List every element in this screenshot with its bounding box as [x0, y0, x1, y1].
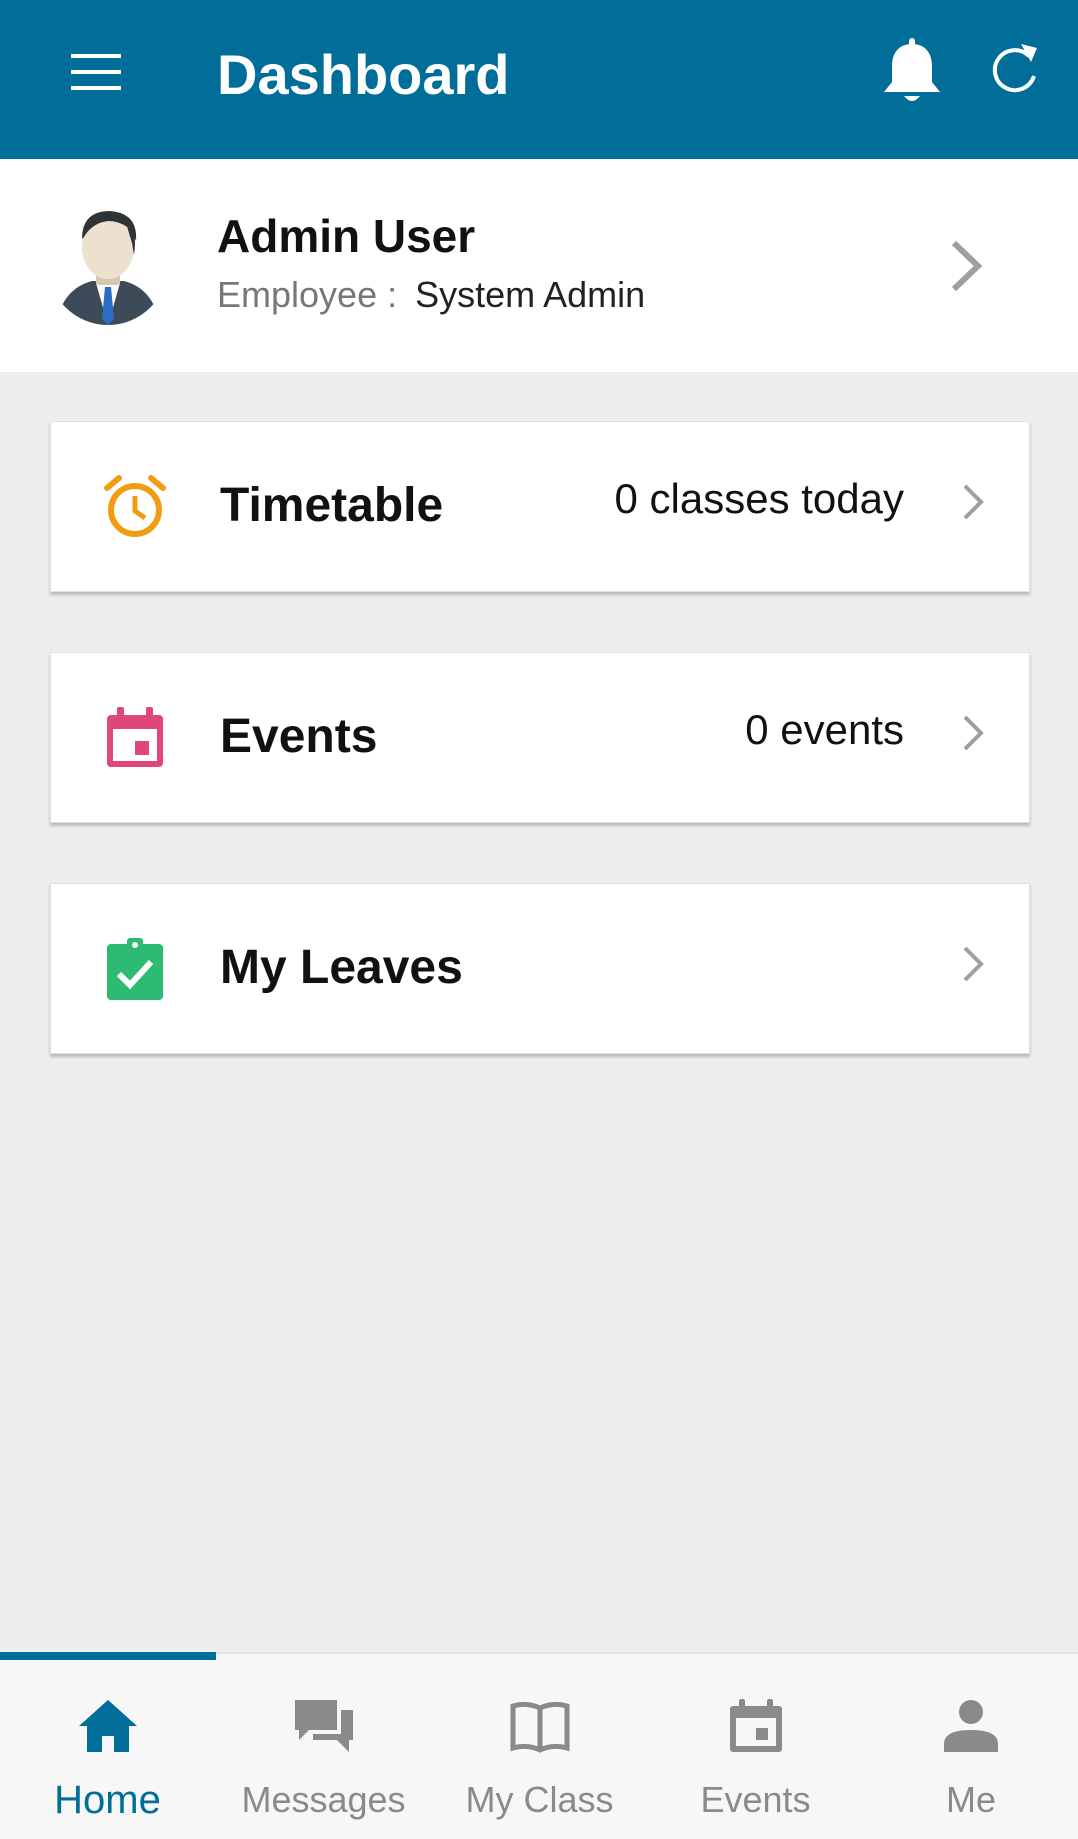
role-label: Employee :: [217, 274, 398, 315]
user-role: Employee : System Admin: [217, 273, 645, 317]
card-title: My Leaves: [220, 941, 463, 994]
bottom-navigation: Home Messages My Class Events Me: [0, 1652, 1078, 1839]
hamburger-menu-icon[interactable]: [58, 42, 134, 102]
timetable-card[interactable]: Timetable 0 classes today: [50, 421, 1030, 592]
app-bar: Dashboard: [0, 0, 1078, 159]
nav-label: Me: [945, 1779, 996, 1820]
chevron-right-icon[interactable]: [946, 237, 986, 295]
role-value: System Admin: [415, 274, 646, 315]
nav-me[interactable]: Me: [864, 1654, 1078, 1839]
card-title: Timetable: [220, 479, 444, 532]
my-leaves-card[interactable]: My Leaves: [50, 883, 1030, 1054]
book-icon: [505, 1694, 575, 1758]
card-value: 0 events: [745, 706, 904, 753]
chevron-right-icon: [959, 711, 987, 755]
profile-header[interactable]: Admin User Employee : System Admin: [0, 159, 1078, 372]
alarm-clock-icon: [103, 474, 167, 540]
messages-icon: [289, 1694, 359, 1758]
home-icon: [73, 1694, 143, 1758]
user-name: Admin User: [217, 210, 476, 262]
calendar-event-icon: [103, 705, 167, 771]
bell-icon[interactable]: [880, 36, 944, 106]
user-avatar: [52, 203, 164, 325]
nav-label: Events: [700, 1779, 811, 1820]
nav-label: Home: [54, 1778, 161, 1822]
nav-label: Messages: [241, 1779, 406, 1820]
nav-home[interactable]: Home: [0, 1654, 215, 1839]
events-card[interactable]: Events 0 events: [50, 652, 1030, 823]
nav-label: My Class: [465, 1779, 614, 1820]
nav-my-class[interactable]: My Class: [432, 1654, 647, 1839]
chevron-right-icon: [959, 942, 987, 986]
card-title: Events: [220, 710, 378, 763]
person-icon: [936, 1694, 1006, 1758]
page-title: Dashboard: [217, 43, 510, 106]
nav-events[interactable]: Events: [648, 1654, 863, 1839]
card-value: 0 classes today: [614, 475, 905, 522]
refresh-icon[interactable]: [985, 38, 1043, 100]
calendar-icon: [721, 1694, 791, 1758]
clipboard-check-icon: [103, 936, 167, 1002]
chevron-right-icon: [959, 480, 987, 524]
nav-messages[interactable]: Messages: [216, 1654, 431, 1839]
